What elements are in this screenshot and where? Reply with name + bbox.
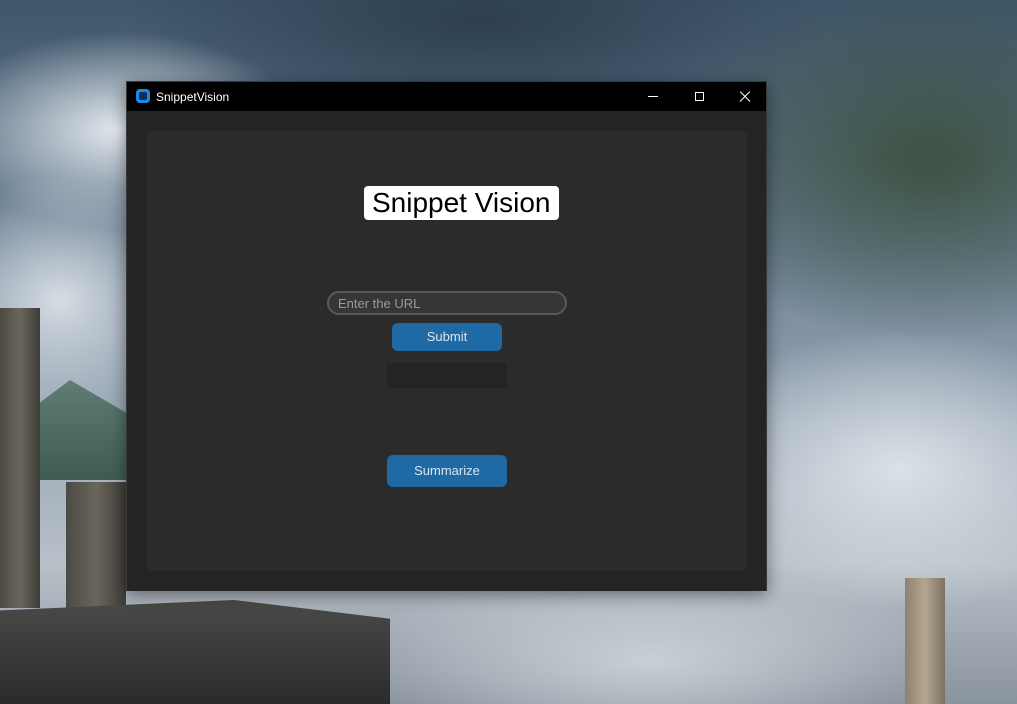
minimize-icon	[648, 96, 658, 97]
maximize-icon	[694, 92, 704, 101]
title-bar[interactable]: SnippetVision	[127, 82, 766, 111]
wallpaper-pillar	[66, 482, 126, 612]
minimize-button[interactable]	[630, 82, 676, 111]
wallpaper-pillar	[0, 308, 40, 608]
app-icon	[136, 89, 150, 103]
window-content: Snippet Vision Submit Summarize	[127, 111, 766, 591]
window-title: SnippetVision	[156, 90, 230, 104]
close-button[interactable]	[722, 82, 768, 111]
url-input[interactable]	[327, 291, 567, 315]
maximize-button[interactable]	[676, 82, 722, 111]
close-icon	[739, 91, 751, 103]
wallpaper-pillar	[905, 578, 945, 704]
summarize-button[interactable]: Summarize	[387, 455, 507, 487]
wallpaper-ruins	[0, 600, 390, 704]
result-label	[387, 363, 507, 388]
submit-button[interactable]: Submit	[392, 323, 502, 351]
page-title: Snippet Vision	[364, 186, 559, 220]
main-frame: Snippet Vision Submit Summarize	[147, 131, 747, 571]
app-window: SnippetVision Snippet Vision Submit Summ…	[126, 81, 767, 591]
